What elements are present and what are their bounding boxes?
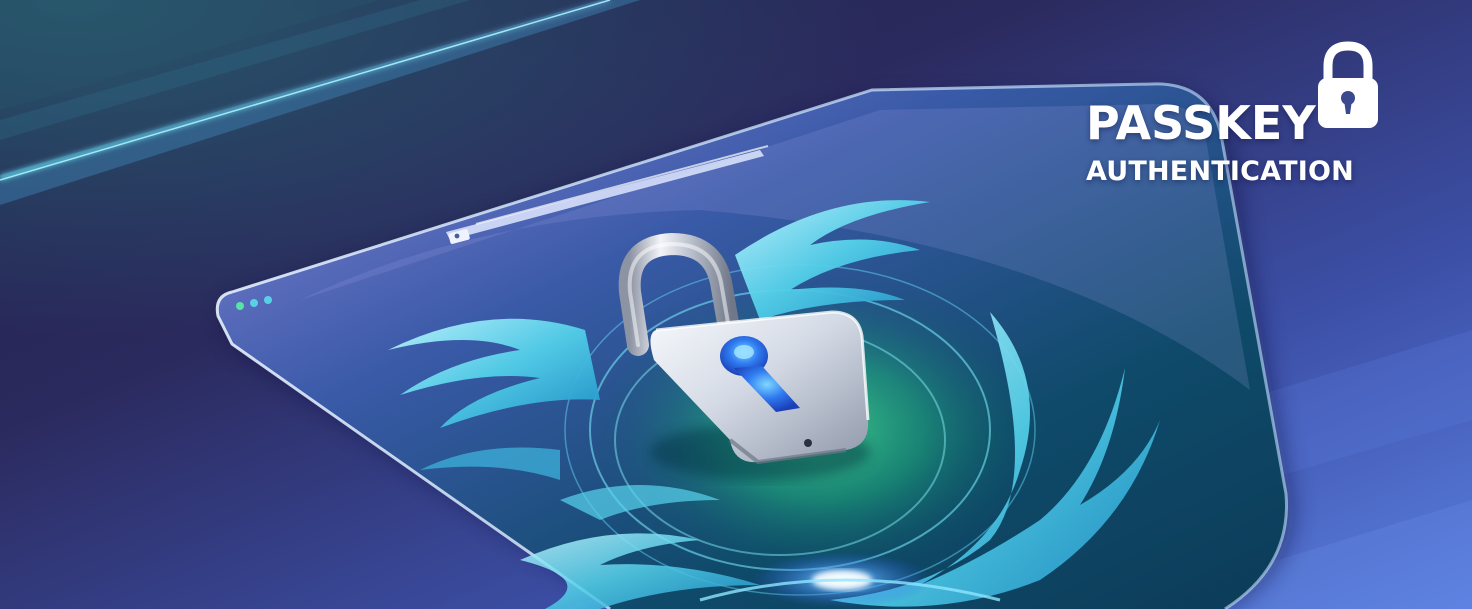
padlock-icon bbox=[1318, 41, 1378, 128]
banner-illustration bbox=[0, 0, 1472, 609]
headline-subtitle: AUTHENTICATION bbox=[1086, 156, 1354, 187]
hero-banner: PASSKEY AUTHENTICATION bbox=[0, 0, 1472, 609]
